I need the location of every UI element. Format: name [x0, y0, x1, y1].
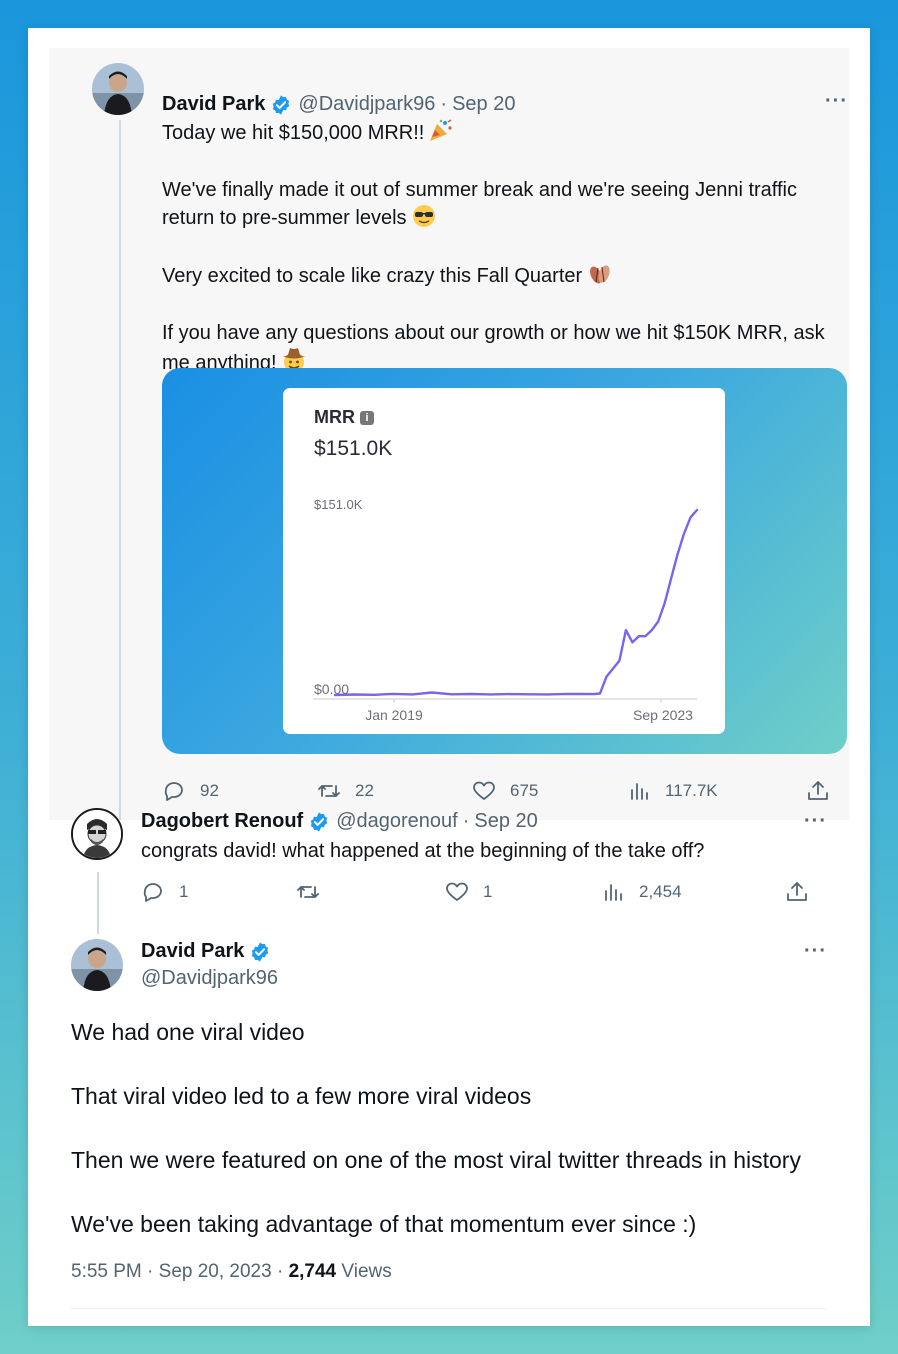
retweet-button[interactable]: [296, 880, 334, 904]
avatar-david-park[interactable]: [92, 63, 144, 115]
analytics-icon: [605, 884, 622, 901]
reply-icon: [164, 782, 183, 801]
author-handle[interactable]: @Davidjpark96: [298, 93, 435, 116]
tweet-date[interactable]: Sep 20: [452, 93, 515, 116]
reply-button[interactable]: 1: [141, 880, 188, 904]
retweet-button[interactable]: 22: [317, 779, 374, 803]
tweet3-text: We had one viral video That viral video …: [71, 1016, 851, 1240]
share-button[interactable]: [785, 880, 823, 904]
views-count: 2,454: [639, 882, 682, 901]
tweet1-line-1-text: Today we hit $150,000 MRR!!: [162, 122, 425, 144]
x-tick-start: Jan 2019: [365, 707, 423, 723]
like-button[interactable]: 675: [472, 779, 538, 803]
views-count: 2,744: [288, 1261, 337, 1282]
reply-count: 92: [200, 781, 219, 800]
tweet3-header: David Park: [141, 940, 277, 963]
tweet1-line-3-text: Very excited to scale like crazy this Fa…: [162, 265, 583, 287]
verified-badge-icon: [270, 94, 292, 116]
tweet3-handle-row: @Davidjpark96: [141, 967, 278, 990]
verified-badge-icon: [308, 811, 330, 833]
chart-image[interactable]: MRR i $151.0K $151.0K $0.00 Jan 2019 Sep…: [162, 368, 847, 754]
thread-connector: [119, 120, 121, 820]
reply-author-name[interactable]: Dagobert Renouf: [141, 810, 303, 833]
separator-dot: ·: [462, 810, 470, 832]
tweet1-actions: 92 22 675 117.7K: [162, 779, 852, 809]
heart-icon: [446, 882, 468, 901]
tweet3-paragraph: That viral video led to a few more viral…: [71, 1083, 532, 1109]
mrr-line-chart: $151.0K $0.00 Jan 2019 Sep 2023: [313, 497, 699, 723]
party-popper-emoji: [428, 119, 454, 151]
reply-button[interactable]: 92: [162, 779, 219, 803]
share-icon: [808, 781, 828, 800]
like-button[interactable]: 1: [445, 880, 492, 904]
like-count: 1: [483, 882, 493, 901]
views-label: Views: [336, 1261, 392, 1282]
tweet1-line-2: We've finally made it out of summer brea…: [162, 177, 842, 236]
more-options-icon[interactable]: ···: [825, 90, 848, 113]
reply-count: 1: [179, 882, 189, 901]
more-options-icon[interactable]: ···: [804, 940, 827, 963]
retweet-icon: [318, 785, 340, 797]
author-name[interactable]: David Park: [141, 940, 244, 963]
verified-badge-icon: [249, 941, 271, 963]
reply-icon: [143, 883, 162, 902]
like-count: 675: [510, 781, 539, 800]
views-button[interactable]: 2,454: [601, 880, 682, 904]
reply-date[interactable]: Sep 20: [474, 810, 537, 833]
analytics-icon: [631, 783, 648, 800]
tweet1-line-4-text: If you have any questions about our grow…: [162, 322, 831, 374]
reply-text: congrats david! what happened at the beg…: [141, 840, 705, 862]
views-button[interactable]: 117.7K: [627, 779, 718, 803]
author-handle[interactable]: @Davidjpark96: [141, 967, 278, 990]
divider: [71, 1308, 827, 1309]
sunglasses-face-emoji: [411, 204, 437, 236]
retweet-icon: [297, 886, 319, 898]
x-tick-end: Sep 2023: [633, 707, 693, 723]
avatar-david-park[interactable]: [71, 939, 123, 991]
tweet1-text: Today we hit $150,000 MRR!! We've finall…: [162, 119, 842, 381]
tweet1-header: David Park @Davidjpark96 · Sep 20: [162, 93, 515, 116]
author-name[interactable]: David Park: [162, 93, 265, 116]
y-tick-top: $151.0K: [314, 497, 363, 512]
more-options-icon[interactable]: ···: [804, 810, 827, 833]
thread-connector-2: [97, 872, 99, 934]
tweet1-line-1: Today we hit $150,000 MRR!!: [162, 119, 842, 151]
tweet-thread-card: David Park @Davidjpark96 · Sep 20 ··· To…: [28, 28, 870, 1326]
tweet-timestamp[interactable]: 5:55 PM · Sep 20, 2023 ·: [71, 1261, 289, 1282]
tweet3-paragraph: We had one viral video: [71, 1019, 305, 1045]
share-icon: [787, 882, 807, 901]
reply-actions: 1 1 2,454: [141, 880, 831, 910]
share-button[interactable]: [806, 779, 844, 803]
tweet-original[interactable]: David Park @Davidjpark96 · Sep 20 ··· To…: [49, 48, 849, 820]
avatar-dagobert-renouf[interactable]: [71, 808, 123, 860]
views-count: 117.7K: [665, 781, 718, 800]
tweet1-line-3: Very excited to scale like crazy this Fa…: [162, 262, 842, 294]
retweet-count: 22: [355, 781, 374, 800]
tweet1-line-2-text: We've finally made it out of summer brea…: [162, 179, 803, 229]
separator-dot: ·: [440, 93, 448, 115]
fallen-leaves-emoji: [586, 262, 614, 294]
chart-card: MRR i $151.0K $151.0K $0.00 Jan 2019 Sep…: [283, 388, 725, 734]
reply-author-handle[interactable]: @dagorenouf: [336, 810, 458, 833]
reply-header: Dagobert Renouf @dagorenouf · Sep 20: [141, 810, 538, 833]
heart-icon: [473, 781, 495, 800]
tweet3-paragraph: Then we were featured on one of the most…: [71, 1147, 801, 1173]
series-line-mrr: [333, 508, 699, 697]
tweet3-paragraph: We've been taking advantage of that mome…: [71, 1211, 697, 1237]
tweet-meta: 5:55 PM · Sep 20, 2023 · 2,744 Views: [71, 1261, 392, 1283]
